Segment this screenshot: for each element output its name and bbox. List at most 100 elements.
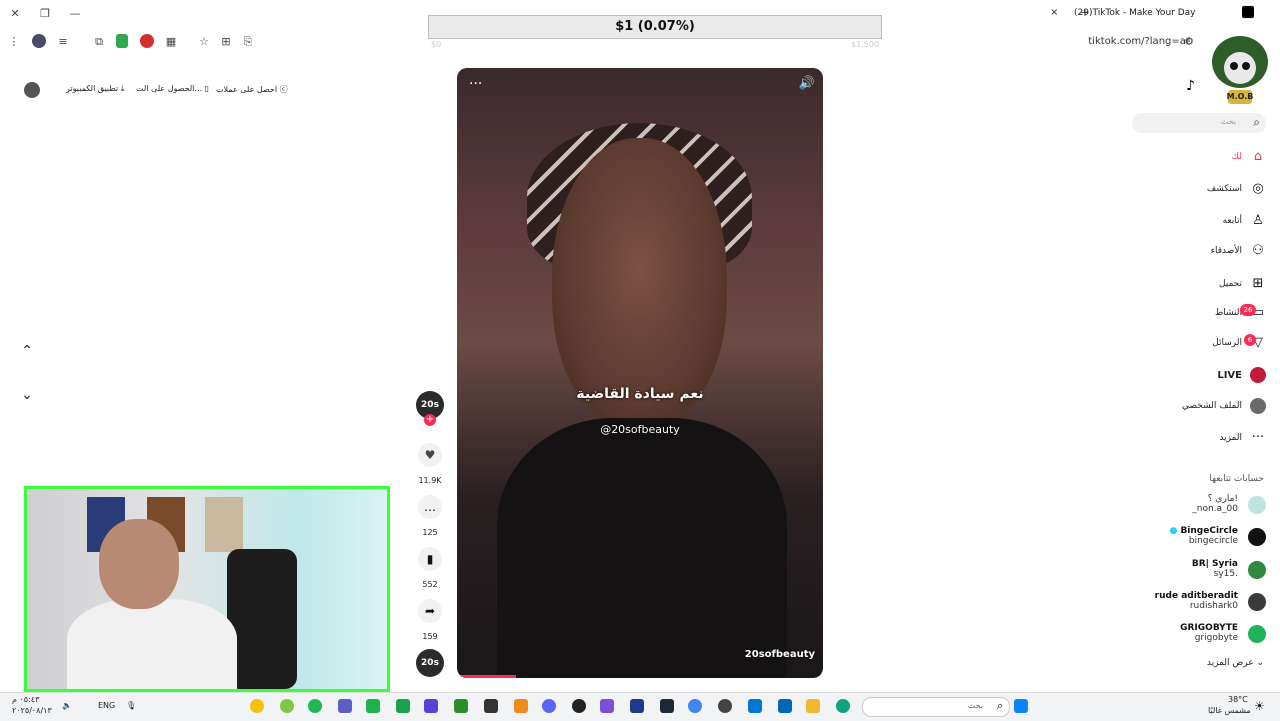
like-count: 11.9K — [418, 476, 442, 485]
get-app-link[interactable]: الحصول على الت... ▯ — [136, 84, 209, 93]
taskbar-search-input[interactable]: بحث ⌕ — [862, 697, 1010, 717]
sidebar-item-live[interactable]: LIVE — [1217, 367, 1266, 385]
more-icon: ··· — [1251, 430, 1265, 445]
minimize-window-icon[interactable]: — — [68, 7, 82, 21]
tiktok-logo-icon[interactable]: ♪ — [1186, 78, 1195, 94]
reading-list-icon[interactable]: ≡ — [56, 35, 70, 49]
store-icon[interactable] — [778, 699, 792, 713]
tab-tiktok[interactable]: × (29)TikTok - Make Your Day — [1050, 4, 1254, 24]
taskbar-app-icon[interactable] — [280, 699, 294, 713]
sidebar-item-messages[interactable]: الرسائل ▽ — [1212, 335, 1266, 353]
following-account-item[interactable]: GRIGOBYTE grigobyte — [1126, 623, 1266, 647]
search-icon[interactable]: ⌕ — [1253, 115, 1260, 130]
sound-icon[interactable]: 🔊 — [799, 76, 815, 91]
following-account-item[interactable]: ماري ؟! _non.a_00 — [1126, 494, 1266, 518]
sun-icon[interactable]: ☀ — [1254, 699, 1265, 713]
sidebar-item-friends[interactable]: الأصدقاء ⚇ — [1211, 243, 1266, 261]
taskbar-app-icon[interactable] — [250, 699, 264, 713]
chrome-icon[interactable] — [688, 699, 702, 713]
coin-icon: ⓒ — [279, 85, 288, 94]
verified-icon: ● — [1169, 526, 1178, 536]
follow-plus-icon[interactable]: + — [424, 414, 436, 426]
profile-avatar-icon[interactable] — [32, 34, 46, 48]
opera-extension-icon[interactable] — [140, 34, 154, 48]
search-input[interactable]: بحث ⌕ — [1132, 113, 1266, 133]
sidebar-item-upload[interactable]: تحميل ⊞ — [1219, 276, 1266, 294]
taskbar-app-icon[interactable] — [572, 699, 586, 713]
input-language[interactable]: ENG — [98, 701, 115, 710]
taskbar-app-icon[interactable] — [600, 699, 614, 713]
edge-icon[interactable] — [836, 699, 850, 713]
menu-dots-icon[interactable]: ⋮ — [8, 35, 20, 49]
bookmark-star-icon[interactable]: ☆ — [197, 35, 211, 49]
taskbar-date: ٢٠٢٥/٠٨/١٣ — [12, 706, 52, 715]
windows-start-icon[interactable] — [1014, 699, 1028, 713]
taskbar-app-icon[interactable] — [484, 699, 498, 713]
close-tab-icon[interactable]: × — [1050, 7, 1058, 18]
taskbar-app-icon[interactable] — [366, 699, 380, 713]
taskbar-time: ٠٥:٤٣ م — [12, 695, 40, 704]
music-disc-avatar[interactable]: 20s — [416, 649, 444, 677]
taskbar-app-icon[interactable] — [718, 699, 732, 713]
file-explorer-icon[interactable] — [806, 699, 820, 713]
like-button[interactable]: ♥ — [418, 443, 442, 467]
previous-video-button[interactable]: ⌃ — [16, 340, 38, 362]
teams-icon[interactable] — [338, 699, 352, 713]
restore-window-icon[interactable]: ❐ — [38, 7, 52, 21]
save-button[interactable]: ▮ — [418, 547, 442, 571]
sidebar-item-more[interactable]: المزيد ··· — [1219, 430, 1266, 448]
following-account-item[interactable]: ● BingeCircle bingecircle — [1126, 526, 1266, 550]
next-video-button[interactable]: ⌄ — [16, 384, 38, 406]
following-account-item[interactable]: rude aditberadit rudishark0 — [1126, 591, 1266, 615]
qr-code-icon[interactable]: ▦ — [164, 35, 178, 49]
sidebar-item-profile[interactable]: الملف الشخصي — [1182, 398, 1266, 416]
video-watermark: 20sofbeauty — [744, 649, 815, 660]
avatar — [1248, 528, 1266, 546]
speaker-icon[interactable]: 🔈 — [62, 701, 72, 710]
avatar — [1248, 496, 1266, 514]
video-more-icon[interactable]: ··· — [469, 76, 482, 92]
search-icon: ⌕ — [996, 699, 1003, 712]
see-more-link[interactable]: عرض المزيد ⌄ — [1207, 658, 1264, 668]
sidebar-item-for-you[interactable]: لك ⌂ — [1232, 149, 1266, 167]
share-count: 159 — [422, 632, 438, 641]
translate-icon[interactable]: ⊞ — [219, 35, 233, 49]
spotify-icon[interactable] — [308, 699, 322, 713]
comment-icon: … — [424, 500, 436, 514]
live-icon — [1250, 367, 1266, 383]
download-desktop-app-link[interactable]: تطبيق الكمبيوتر ⤓ — [66, 84, 124, 94]
sidebar-item-following[interactable]: أتابعه ♙ — [1223, 213, 1266, 231]
video-progress-bar[interactable] — [457, 675, 516, 678]
steam-icon[interactable] — [660, 699, 674, 713]
taskbar-app-icon[interactable] — [514, 699, 528, 713]
weather-description: مشمس غالبًا — [1208, 706, 1251, 715]
close-window-icon[interactable]: ✕ — [8, 7, 22, 21]
chevron-down-icon: ⌄ — [1256, 658, 1264, 668]
video-player[interactable]: ··· 🔊 نعم سيادة القاضية @20sofbeauty 20s… — [457, 68, 823, 678]
taskbar-app-icon[interactable] — [424, 699, 438, 713]
user-avatar[interactable] — [24, 82, 40, 98]
outlook-icon[interactable] — [748, 699, 762, 713]
tiktok-favicon-icon — [1242, 6, 1254, 18]
address-bar-url[interactable]: tiktok.com/?lang=ar — [1088, 36, 1190, 47]
tab-title: (29)TikTok - Make Your Day — [1074, 8, 1196, 18]
shield-extension-icon[interactable] — [116, 34, 128, 48]
messages-badge: 6 — [1244, 334, 1256, 346]
following-account-item[interactable]: BR| Syria sy15. — [1126, 559, 1266, 583]
get-coins-link[interactable]: احصل على عملات ⓒ — [216, 84, 288, 95]
taskbar-app-icon[interactable] — [396, 699, 410, 713]
compass-icon: ◎ — [1252, 181, 1264, 196]
comment-button[interactable]: … — [418, 495, 442, 519]
discord-icon[interactable] — [542, 699, 556, 713]
download-icon: ⤓ — [120, 84, 125, 93]
taskbar-app-icon[interactable] — [630, 699, 644, 713]
share-button[interactable]: ➦ — [418, 599, 442, 623]
share-icon: ➦ — [424, 604, 436, 618]
sidebar-item-explore[interactable]: استكشف ◎ — [1207, 181, 1266, 199]
cast-icon[interactable]: ⎘ — [241, 35, 255, 49]
microphone-icon[interactable]: 🎙 — [126, 701, 136, 710]
bookmark-icon: ▮ — [426, 552, 434, 566]
wall-poster — [205, 497, 243, 552]
xbox-icon[interactable] — [454, 699, 468, 713]
extensions-icon[interactable]: ⧉ — [92, 35, 106, 49]
